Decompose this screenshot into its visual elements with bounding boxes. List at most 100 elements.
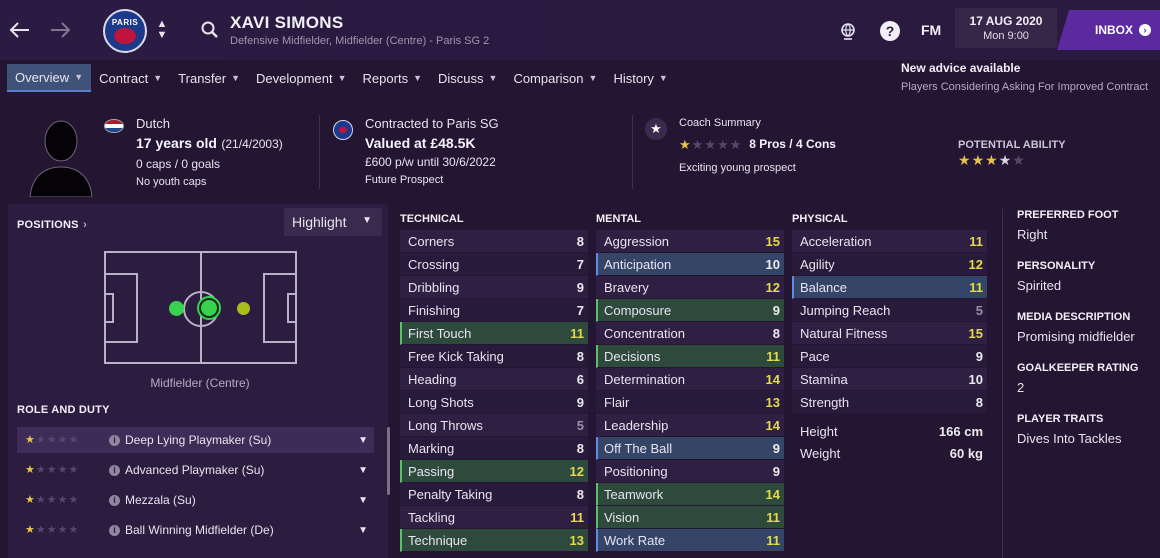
fm-logo[interactable]: FM bbox=[921, 22, 941, 38]
attribute-row[interactable]: Long Throws 5 bbox=[400, 414, 588, 437]
attribute-row[interactable]: Off The Ball 9 bbox=[596, 437, 784, 460]
attribute-name: Pace bbox=[800, 348, 830, 364]
goalkeeper-rating-title: GOALKEEPER RATING bbox=[1017, 362, 1139, 374]
attribute-name: Finishing bbox=[408, 302, 461, 318]
chevron-down-icon: ▼ bbox=[362, 215, 372, 226]
tab-reports[interactable]: Reports ▼ bbox=[355, 64, 430, 92]
contract-club[interactable]: Contracted to Paris SG bbox=[365, 116, 499, 131]
attribute-row[interactable]: Work Rate 11 bbox=[596, 529, 784, 552]
back-arrow-icon[interactable] bbox=[8, 18, 32, 42]
attribute-row[interactable]: Pace 9 bbox=[792, 345, 987, 368]
attribute-row[interactable]: Flair 13 bbox=[596, 391, 784, 414]
tab-overview[interactable]: Overview ▼ bbox=[7, 64, 92, 92]
attribute-row[interactable]: Aggression 15 bbox=[596, 230, 784, 253]
badge-switch-icon[interactable]: ▲ ▼ bbox=[155, 19, 169, 43]
attribute-row[interactable]: Anticipation 10 bbox=[596, 253, 784, 276]
attribute-row[interactable]: Bravery 12 bbox=[596, 276, 784, 299]
inbox-arrow-icon: › bbox=[1139, 24, 1152, 36]
tab-contract[interactable]: Contract ▼ bbox=[91, 64, 170, 92]
roles-scrollbar[interactable] bbox=[387, 427, 390, 495]
advice-text[interactable]: Players Considering Asking For Improved … bbox=[901, 81, 1148, 93]
advice-title[interactable]: New advice available bbox=[901, 61, 1020, 75]
position-dot-dm[interactable] bbox=[169, 301, 184, 316]
tab-comparison[interactable]: Comparison ▼ bbox=[505, 64, 605, 92]
attribute-name: Dribbling bbox=[408, 279, 460, 295]
attribute-row[interactable]: Teamwork 14 bbox=[596, 483, 784, 506]
role-row[interactable]: ★ ★ ★ ★ ★ i Mezzala (Su) ▼ bbox=[17, 487, 374, 513]
attribute-row[interactable]: Concentration 8 bbox=[596, 322, 784, 345]
info-icon[interactable]: i bbox=[109, 464, 120, 476]
date-display[interactable]: 17 AUG 2020 Mon 9:00 bbox=[955, 8, 1057, 48]
world-icon[interactable] bbox=[837, 20, 859, 42]
attribute-row[interactable]: Crossing 7 bbox=[400, 253, 588, 276]
tab-development[interactable]: Development ▼ bbox=[248, 64, 355, 92]
attribute-row[interactable]: Finishing 7 bbox=[400, 299, 588, 322]
attribute-row[interactable]: Heading 6 bbox=[400, 368, 588, 391]
attribute-name: Passing bbox=[408, 463, 455, 479]
attribute-row[interactable]: Leadership 14 bbox=[596, 414, 784, 437]
attribute-row[interactable]: Vision 11 bbox=[596, 506, 784, 529]
info-icon[interactable]: i bbox=[109, 524, 120, 536]
attribute-row[interactable]: Dribbling 9 bbox=[400, 276, 588, 299]
attribute-row[interactable]: First Touch 11 bbox=[400, 322, 588, 345]
role-row[interactable]: ★ ★ ★ ★ ★ i Ball Winning Midfielder (De) ▼ bbox=[17, 517, 374, 543]
physical-attributes: PHYSICAL Acceleration 11 Agility 12 Balanc… bbox=[792, 211, 987, 464]
tab-discuss[interactable]: Discuss ▼ bbox=[430, 64, 505, 92]
attribute-row[interactable]: Tackling 11 bbox=[400, 506, 588, 529]
search-icon[interactable] bbox=[200, 20, 220, 40]
tab-history[interactable]: History ▼ bbox=[605, 64, 675, 92]
attribute-row[interactable]: Corners 8 bbox=[400, 230, 588, 253]
coach-summary-title: Coach Summary bbox=[679, 117, 761, 129]
attribute-value: 8 bbox=[772, 325, 780, 341]
mental-attributes: MENTAL Aggression 15 Anticipation 10 Brave… bbox=[596, 211, 784, 552]
attribute-row[interactable]: Technique 13 bbox=[400, 529, 588, 552]
position-dot-mc[interactable] bbox=[199, 298, 219, 318]
attribute-row[interactable]: Strength 8 bbox=[792, 391, 987, 414]
attribute-row[interactable]: Passing 12 bbox=[400, 460, 588, 483]
role-row[interactable]: ★ ★ ★ ★ ★ i Advanced Playmaker (Su) ▼ bbox=[17, 457, 374, 483]
forward-arrow-icon[interactable] bbox=[48, 18, 72, 42]
attribute-row[interactable]: Long Shots 9 bbox=[400, 391, 588, 414]
info-icon[interactable]: i bbox=[109, 434, 120, 446]
pros-cons[interactable]: 8 Pros / 4 Cons bbox=[749, 137, 836, 151]
wage-contract: £600 p/w until 30/6/2022 bbox=[365, 155, 496, 169]
highlight-dropdown[interactable]: Highlight ▼ bbox=[284, 208, 382, 236]
role-row[interactable]: ★ ★ ★ ★ ★ i Deep Lying Playmaker (Su) ▼ bbox=[17, 427, 374, 453]
technical-attributes: TECHNICAL Corners 8 Crossing 7 Dribbling 9 … bbox=[400, 211, 588, 552]
attribute-row[interactable]: Natural Fitness 15 bbox=[792, 322, 987, 345]
current-day-time: Mon 9:00 bbox=[983, 30, 1029, 42]
attribute-value: 14 bbox=[765, 371, 780, 387]
inbox-button[interactable]: INBOX › bbox=[1057, 10, 1160, 50]
attribute-row[interactable]: Balance 11 bbox=[792, 276, 987, 299]
divider bbox=[632, 115, 633, 189]
attribute-row[interactable]: Acceleration 11 bbox=[792, 230, 987, 253]
chevron-down-icon: ▼ bbox=[231, 73, 241, 83]
chevron-down-icon[interactable]: ▼ bbox=[358, 495, 368, 506]
attribute-row[interactable]: Determination 14 bbox=[596, 368, 784, 391]
tab-transfer[interactable]: Transfer ▼ bbox=[170, 64, 248, 92]
attribute-row[interactable]: Penalty Taking 8 bbox=[400, 483, 588, 506]
info-icon[interactable]: i bbox=[109, 494, 120, 506]
attribute-row[interactable]: Positioning 9 bbox=[596, 460, 784, 483]
chevron-down-icon[interactable]: ▼ bbox=[358, 465, 368, 476]
attribute-name: Anticipation bbox=[604, 256, 672, 272]
attribute-name: Penalty Taking bbox=[408, 486, 493, 502]
role-stars: ★ ★ ★ ★ ★ bbox=[25, 493, 79, 506]
position-dot-am[interactable] bbox=[237, 302, 250, 315]
club-badge[interactable]: PARIS bbox=[103, 9, 147, 53]
attribute-row[interactable]: Composure 9 bbox=[596, 299, 784, 322]
attribute-row[interactable]: Decisions 11 bbox=[596, 345, 784, 368]
positions-header[interactable]: POSITIONS › bbox=[17, 215, 87, 233]
attribute-row[interactable]: Marking 8 bbox=[400, 437, 588, 460]
chevron-down-icon[interactable]: ▼ bbox=[358, 525, 368, 536]
attribute-row[interactable]: Stamina 10 bbox=[792, 368, 987, 391]
attribute-value: 9 bbox=[772, 463, 780, 479]
help-icon[interactable]: ? bbox=[879, 20, 901, 42]
attribute-row[interactable]: Jumping Reach 5 bbox=[792, 299, 987, 322]
club-badge-text: PARIS bbox=[111, 18, 139, 27]
chevron-down-icon[interactable]: ▼ bbox=[358, 435, 368, 446]
attribute-row[interactable]: Free Kick Taking 8 bbox=[400, 345, 588, 368]
attribute-value: 14 bbox=[765, 417, 780, 433]
attribute-value: 11 bbox=[969, 233, 983, 249]
attribute-row[interactable]: Agility 12 bbox=[792, 253, 987, 276]
